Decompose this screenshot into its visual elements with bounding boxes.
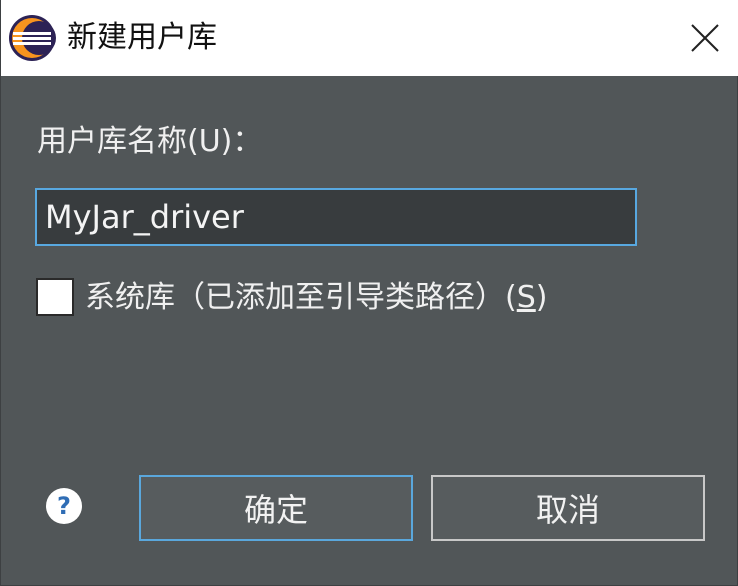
eclipse-logo-icon	[9, 15, 56, 61]
svg-text:?: ?	[57, 492, 71, 520]
system-library-label-prefix: 系统库（已添加至引导类路径）(	[85, 280, 517, 315]
library-name-label: 用户库名称(U)：	[37, 124, 263, 159]
close-icon	[691, 24, 719, 52]
cancel-button[interactable]: 取消	[431, 475, 705, 541]
system-library-mnemonic: S	[516, 280, 536, 315]
title-bar: 新建用户库	[1, 0, 738, 76]
dialog-title: 新建用户库	[67, 20, 217, 55]
system-library-checkbox[interactable]	[36, 278, 74, 316]
ok-button[interactable]: 确定	[139, 475, 413, 541]
system-library-label[interactable]: 系统库（已添加至引导类路径）(S)	[85, 276, 547, 320]
close-button[interactable]	[671, 0, 738, 76]
system-library-label-suffix: )	[535, 280, 548, 315]
library-name-input[interactable]	[35, 188, 637, 246]
new-user-library-dialog: 新建用户库 用户库名称(U)： 系统库（已添加至引导类路径）(S) ? 确定 取…	[0, 0, 738, 586]
help-question-icon[interactable]: ?	[45, 487, 83, 525]
